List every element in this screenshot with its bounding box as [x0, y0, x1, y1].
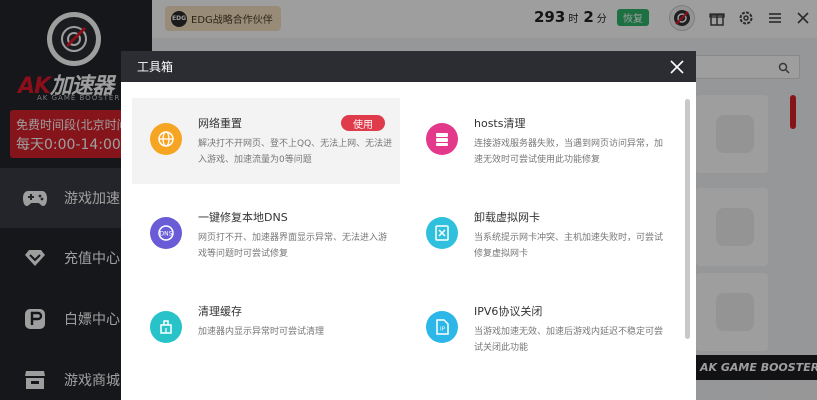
ipv6-icon: IP: [426, 311, 458, 343]
tool-description: 当游戏加速无效、加速后游戏内延迟不稳定可尝试关闭此功能: [474, 327, 664, 353]
tool-name: 一键修复本地DNS: [198, 211, 288, 224]
broom-icon: [150, 311, 182, 343]
tool-description: 解决打不开网页、登不上QQ、无法上网、无法进入游戏、加速流量为0等问题: [198, 139, 393, 165]
svg-text:DNS: DNS: [160, 231, 173, 238]
tool-description: 加速器内显示异常时可尝试清理: [198, 327, 325, 337]
tool-dns-repair[interactable]: DNS 一键修复本地DNS 网页打不开、加速器界面显示异常、无法进入游戏等问题时…: [132, 192, 400, 278]
close-icon[interactable]: [668, 58, 686, 76]
tool-name: hosts清理: [474, 117, 526, 130]
tool-name: 网络重置: [198, 117, 242, 130]
tool-name: 卸载虚拟网卡: [474, 211, 540, 224]
tool-clear-cache[interactable]: 清理缓存 加速器内显示异常时可尝试清理: [132, 286, 400, 372]
toolbox-dialog: 工具箱 网络重置 使用 解决打不开网页、登不上QQ、无法上网、无法进入游戏、加速…: [121, 51, 696, 400]
dialog-scrollbar[interactable]: [685, 99, 690, 339]
tool-description: 当系统提示网卡冲突、主机加速失败时，可尝试修复虚拟网卡: [474, 233, 664, 259]
tool-uninstall-virtual-nic[interactable]: 卸载虚拟网卡 当系统提示网卡冲突、主机加速失败时，可尝试修复虚拟网卡: [408, 192, 676, 278]
tool-name: IPV6协议关闭: [474, 305, 543, 318]
tool-description: 连接游戏服务器失败，当遇到网页访问异常，加速无效时可尝试使用此功能修复: [474, 139, 664, 165]
svg-text:IP: IP: [440, 327, 446, 333]
dialog-header: 工具箱: [121, 51, 696, 82]
app-window: AK加速器 AK GAME BOOSTER 免费时间段(北京时间) 每天0:00…: [0, 0, 817, 400]
tool-hosts-clean[interactable]: hosts清理 连接游戏服务器失败，当遇到网页访问异常，加速无效时可尝试使用此功…: [408, 98, 676, 184]
network-icon: [150, 123, 182, 155]
tool-ipv6-disable[interactable]: IP IPV6协议关闭 当游戏加速无效、加速后游戏内延迟不稳定可尝试关闭此功能: [408, 286, 676, 372]
tool-description: 网页打不开、加速器界面显示异常、无法进入游戏等问题时可尝试修复: [198, 233, 388, 259]
tool-network-reset[interactable]: 网络重置 使用 解决打不开网页、登不上QQ、无法上网、无法进入游戏、加速流量为0…: [132, 98, 400, 184]
dialog-title: 工具箱: [137, 60, 174, 74]
use-button[interactable]: 使用: [341, 115, 385, 131]
network-card-icon: [426, 217, 458, 249]
dns-icon: DNS: [150, 217, 182, 249]
tool-name: 清理缓存: [198, 305, 242, 318]
server-icon: [426, 123, 458, 155]
